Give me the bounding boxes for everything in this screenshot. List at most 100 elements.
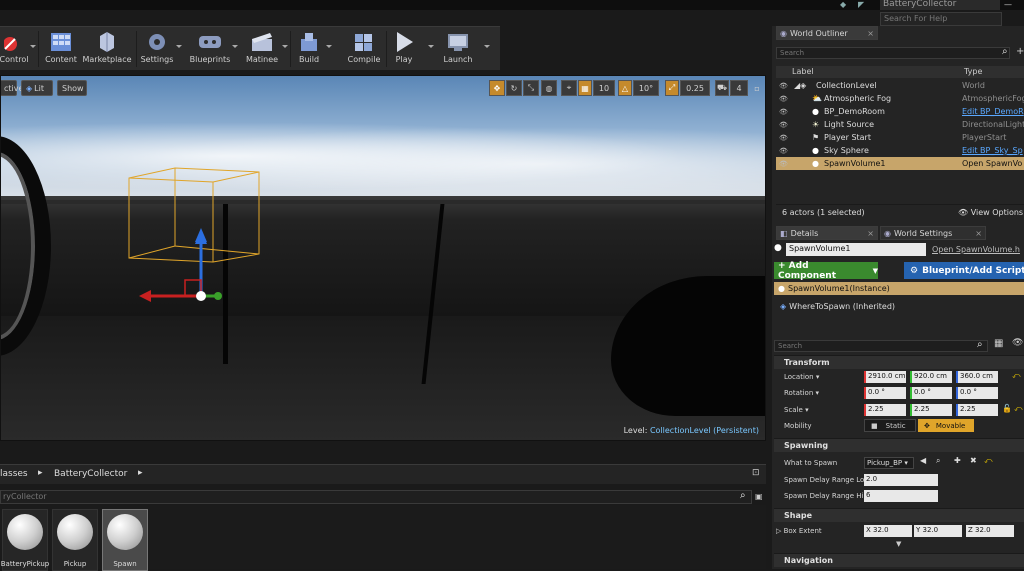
matinee-button[interactable]: Matinee: [242, 29, 282, 69]
grid-view-icon[interactable]: ▦: [994, 338, 1003, 349]
lock-icon[interactable]: ⊡: [752, 468, 760, 478]
component-instance-row[interactable]: ● SpawnVolume1(Instance): [774, 282, 1024, 295]
scale-y-field[interactable]: 2.25: [910, 404, 952, 416]
outliner-row-selected[interactable]: 👁 ● SpawnVolume1 Open SpawnVo: [776, 157, 1024, 170]
eye-icon[interactable]: 👁: [779, 95, 788, 103]
translate-tool-icon[interactable]: ✥: [489, 80, 505, 96]
scale-label[interactable]: Scale ▾: [784, 406, 809, 414]
breadcrumb-arrow-icon[interactable]: ▸: [138, 468, 143, 478]
reset-icon[interactable]: ⤺: [1012, 371, 1021, 381]
play-button[interactable]: Play: [390, 29, 418, 69]
arrow-left-icon[interactable]: ◀: [920, 456, 926, 465]
box-extent-y-field[interactable]: Y 32.0: [914, 525, 962, 537]
close-tab-icon[interactable]: ×: [975, 229, 982, 238]
help-search-input[interactable]: Search For Help: [880, 12, 1002, 26]
rotation-snap-icon[interactable]: △: [618, 80, 632, 96]
outliner-row[interactable]: 👁 ● BP_DemoRoom Edit BP_DemoR: [776, 105, 1024, 118]
launch-button[interactable]: Launch: [440, 29, 476, 69]
component-inherited-row[interactable]: ◈ WhereToSpawn (Inherited): [780, 302, 895, 311]
tab-details[interactable]: ◧ Details ×: [776, 226, 878, 240]
rotate-tool-icon[interactable]: ↻: [506, 80, 522, 96]
spawn-delay-low-field[interactable]: 2.0: [864, 474, 938, 486]
control-button[interactable]: Control: [0, 29, 28, 69]
settings-button[interactable]: Settings: [140, 29, 174, 69]
shape-category[interactable]: Shape: [774, 508, 1024, 522]
outliner-row[interactable]: 👁 ⚑ Player Start PlayerStart: [776, 131, 1024, 144]
outliner-search[interactable]: Search: [776, 47, 1010, 59]
rotation-snap-value[interactable]: 10°: [633, 80, 659, 96]
eye-icon[interactable]: 👁: [779, 121, 788, 129]
blueprints-button[interactable]: Blueprints: [188, 29, 232, 69]
eye-icon[interactable]: 👁: [779, 160, 788, 168]
box-extent-label[interactable]: ▷ Box Extent: [776, 527, 822, 535]
location-x-field[interactable]: 2910.0 cm: [864, 371, 906, 383]
world-space-icon[interactable]: ◍: [541, 80, 557, 96]
camera-speed-icon[interactable]: ⛟: [715, 80, 729, 96]
grid-snap-value[interactable]: 10: [593, 80, 615, 96]
search-icon[interactable]: ⌕: [740, 490, 746, 501]
tab-world-settings[interactable]: ◉ World Settings ×: [880, 226, 986, 240]
close-tab-icon[interactable]: ×: [867, 229, 874, 238]
close-tab-icon[interactable]: ×: [867, 29, 874, 38]
rotation-z-field[interactable]: 0.0 °: [956, 387, 998, 399]
view-options-button[interactable]: 👁 View Options: [958, 208, 1023, 217]
navigation-category[interactable]: Navigation: [774, 553, 1024, 567]
breadcrumb-batterycollector[interactable]: BatteryCollector: [54, 469, 127, 479]
transform-category[interactable]: Transform: [774, 355, 1024, 369]
spawn-delay-high-field[interactable]: 6: [864, 490, 938, 502]
eye-icon[interactable]: 👁: [779, 108, 788, 116]
mobility-static-toggle[interactable]: ■ Static: [864, 419, 916, 432]
label-column-header[interactable]: Label: [792, 67, 814, 76]
eye-icon[interactable]: 👁: [779, 82, 788, 90]
rotation-label[interactable]: Rotation ▾: [784, 389, 819, 397]
actor-name-field[interactable]: SpawnVolume1: [786, 243, 926, 256]
show-button[interactable]: Show: [57, 80, 87, 96]
notification-icon[interactable]: ◆: [840, 0, 846, 9]
add-icon[interactable]: ✚: [954, 456, 961, 465]
eye-icon[interactable]: 👁: [779, 147, 788, 155]
location-label[interactable]: Location ▾: [784, 373, 819, 381]
clear-icon[interactable]: ✖: [970, 456, 977, 465]
scale-snap-icon[interactable]: ⤢: [665, 80, 679, 96]
compile-button[interactable]: Compile: [344, 29, 384, 69]
content-browser-search[interactable]: ryCollector: [0, 490, 752, 504]
outliner-row[interactable]: 👁 ⛅ Atmospheric Fog AtmosphericFog: [776, 92, 1024, 105]
search-icon[interactable]: ⌕: [977, 339, 983, 350]
add-component-button[interactable]: + Add Component ▼: [774, 261, 878, 281]
outliner-row[interactable]: 👁 ☀ Light Source DirectionalLight: [776, 118, 1024, 131]
filter-options-icon[interactable]: ▣: [755, 492, 763, 501]
add-filter-icon[interactable]: +: [1016, 46, 1024, 57]
viewport-mode-button[interactable]: ctive: [1, 80, 23, 96]
content-button[interactable]: Content: [44, 29, 78, 69]
asset-tile[interactable]: BatteryPickup: [1, 509, 49, 571]
search-icon[interactable]: ⌕: [1002, 46, 1008, 57]
surface-snap-icon[interactable]: ⌖: [561, 80, 577, 96]
open-source-link[interactable]: Open SpawnVolume.h: [932, 245, 1020, 254]
breadcrumb-separator-icon[interactable]: ▸: [38, 468, 43, 478]
scale-z-field[interactable]: 2.25: [956, 404, 998, 416]
maximize-viewport-icon[interactable]: ▫: [751, 80, 763, 96]
rotation-y-field[interactable]: 0.0 °: [910, 387, 952, 399]
expand-more-icon[interactable]: ▼: [896, 540, 901, 548]
reset-icon[interactable]: ⤺: [984, 456, 993, 466]
eye-icon[interactable]: 👁: [779, 134, 788, 142]
gizmo-axes[interactable]: [137, 226, 237, 306]
camera-speed-value[interactable]: 4: [730, 80, 748, 96]
location-z-field[interactable]: 360.0 cm: [956, 371, 998, 383]
asset-tile-selected[interactable]: Spawn: [102, 509, 148, 571]
asset-tile[interactable]: Pickup: [52, 509, 98, 571]
box-extent-z-field[interactable]: Z 32.0: [966, 525, 1014, 537]
level-viewport[interactable]: ctive ◈ Lit Show ✥ ↻ ⤡ ◍ ⌖ ▦ 10 △ 10° ⤢ 0…: [0, 75, 766, 441]
minimize-icon[interactable]: —: [1004, 0, 1012, 9]
box-extent-x-field[interactable]: X 32.0: [864, 525, 912, 537]
tab-world-outliner[interactable]: ◉ World Outliner ×: [776, 26, 878, 40]
breadcrumb-classes[interactable]: lasses: [0, 469, 28, 479]
outliner-row[interactable]: 👁 ● Sky Sphere Edit BP_Sky_Sp: [776, 144, 1024, 157]
type-column-header[interactable]: Type: [964, 67, 982, 76]
details-search[interactable]: Search: [774, 340, 988, 352]
lit-mode-button[interactable]: ◈ Lit: [21, 80, 53, 96]
rotation-x-field[interactable]: 0.0 °: [864, 387, 906, 399]
spawning-category[interactable]: Spawning: [774, 438, 1024, 452]
location-y-field[interactable]: 920.0 cm: [910, 371, 952, 383]
outliner-row[interactable]: 👁 ◢◈ CollectionLevel World: [776, 79, 1024, 92]
